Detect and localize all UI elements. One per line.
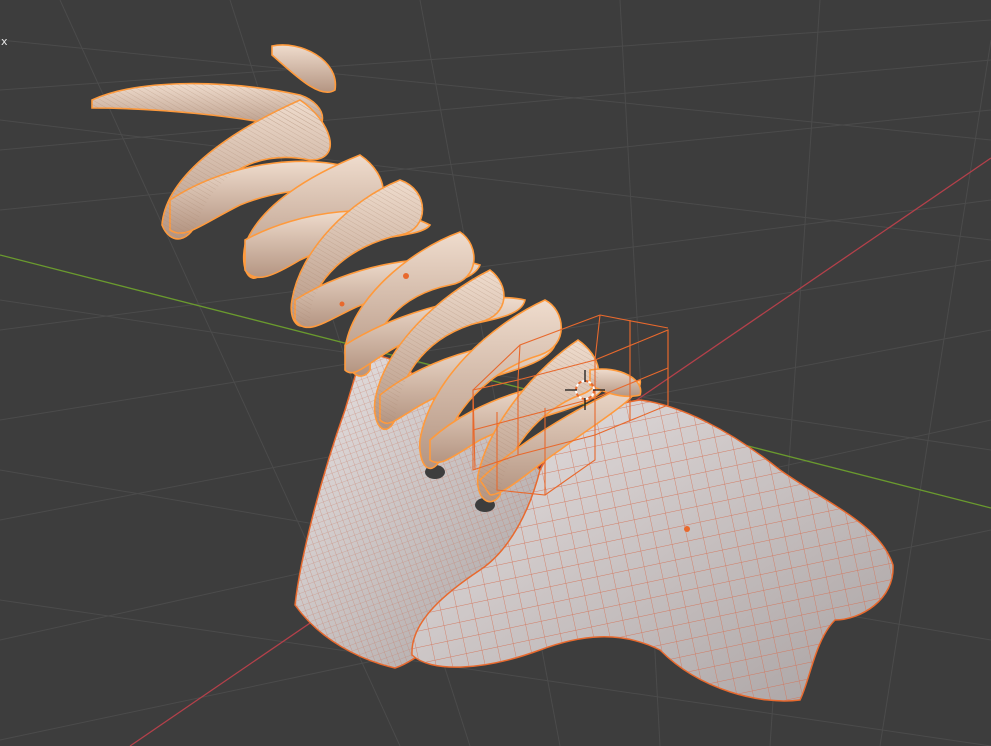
3d-viewport[interactable]: x	[0, 0, 991, 746]
viewport-canvas[interactable]	[0, 0, 991, 746]
lace-origin-dot-2	[339, 301, 345, 307]
origin-dot	[684, 526, 690, 532]
lace-origin-dot	[403, 273, 409, 279]
viewport-corner-label: x	[1, 35, 8, 48]
